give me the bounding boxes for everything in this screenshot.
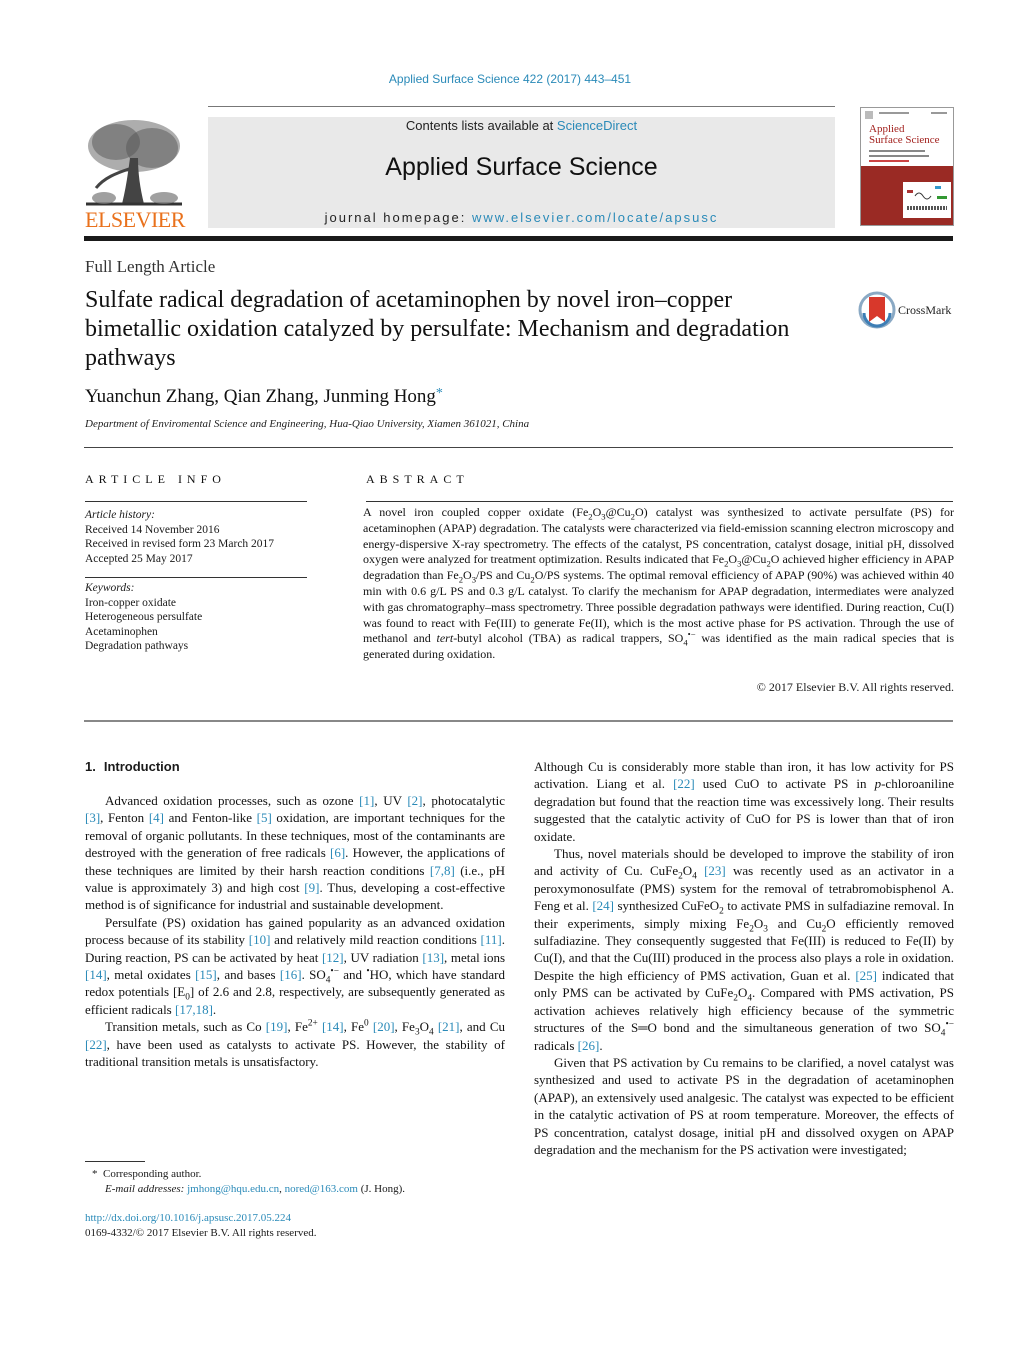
keyword-item: Iron-copper oxidate [85, 596, 177, 609]
crossmark-icon [858, 291, 896, 329]
citation-link[interactable]: [4] [149, 810, 164, 825]
citation-link[interactable]: [22] [673, 776, 695, 791]
cover-figure-icon [907, 186, 947, 210]
corresponding-author-label: Corresponding author. [103, 1168, 202, 1180]
history-revised: Received in revised form 23 March 2017 [85, 538, 275, 550]
citation-link[interactable]: [9] [304, 880, 319, 895]
header-rule [208, 106, 835, 107]
email-label: E-mail addresses: [105, 1182, 185, 1195]
citation-link[interactable]: [10] [249, 932, 271, 947]
cover-figure [903, 182, 951, 218]
keywords: Keywords: Iron-copper oxidate Heterogene… [85, 581, 315, 654]
citation-link[interactable]: [15] [195, 967, 217, 982]
citation-link[interactable]: [24] [592, 898, 614, 913]
affiliation: Department of Enviromental Science and E… [85, 418, 530, 430]
keyword-item: Acetaminophen [85, 625, 158, 638]
paragraph: Given that PS activation by Cu remains t… [534, 1054, 954, 1157]
cover-header-bar [879, 112, 909, 114]
citation-link[interactable]: [19] [266, 1019, 288, 1034]
keyword-item: Heterogeneous persulfate [85, 611, 203, 623]
article-info-rule [85, 501, 307, 502]
cover-logo-icon [865, 111, 873, 119]
paragraph: Advanced oxidation processes, such as oz… [85, 793, 506, 913]
journal-banner: Contents lists available at ScienceDirec… [208, 117, 835, 228]
citation-link[interactable]: [13] [422, 950, 444, 965]
keywords-rule [85, 577, 307, 578]
cover-subtitle-bar [869, 160, 909, 162]
citation-link[interactable]: [20] [373, 1019, 395, 1034]
citation-link[interactable]: [5] [257, 810, 272, 825]
citation-link[interactable]: [22] [85, 1037, 107, 1052]
citation-link[interactable]: [23] [704, 863, 726, 878]
citation-link[interactable]: [26] [578, 1038, 600, 1053]
history-received: Received 14 November 2016 [85, 523, 220, 536]
journal-homepage: journal homepage: www.elsevier.com/locat… [208, 210, 835, 225]
footnote-corresponding: * Corresponding author. E-mail addresses… [92, 1168, 406, 1195]
citation-link[interactable]: [2] [407, 793, 422, 808]
citation-link[interactable]: [1] [359, 793, 374, 808]
corresponding-author-marker[interactable]: * [436, 386, 443, 401]
author-list: Yuanchun Zhang, Qian Zhang, Junming Hong… [85, 386, 443, 408]
body-column-left: Advanced oxidation processes, such as oz… [85, 792, 505, 1071]
paragraph: Thus, novel materials should be develope… [534, 846, 955, 1053]
footnote-rule [85, 1161, 145, 1162]
abstract-text: A novel iron coupled copper oxidate (Fe2… [363, 505, 954, 662]
elsevier-logo[interactable]: ELSEVIER [84, 118, 186, 232]
paragraph: Although Cu is considerably more stable … [534, 759, 955, 844]
cover-header-bar [931, 112, 947, 114]
contents-line: Contents lists available at ScienceDirec… [208, 118, 835, 133]
abstract-bottom-rule [84, 720, 953, 722]
article-type: Full Length Article [85, 257, 216, 276]
body-column-right: Although Cu is considerably more stable … [534, 758, 954, 1158]
crossmark-label: CrossMark [898, 303, 952, 317]
citation-link[interactable]: [3] [85, 810, 100, 825]
article-history-label: Article history: [85, 509, 155, 521]
abstract-copyright: © 2017 Elsevier B.V. All rights reserved… [756, 680, 954, 694]
journal-reference-link[interactable]: Applied Surface Science 422 (2017) 443–4… [0, 72, 1020, 86]
cover-title: Applied Surface Science [869, 123, 940, 146]
journal-cover-thumbnail[interactable]: Applied Surface Science [860, 107, 954, 226]
email-link[interactable]: nored@163.com [285, 1183, 358, 1195]
paragraph: Persulfate (PS) oxidation has gained pop… [85, 914, 506, 1017]
citation-link[interactable]: [17,18] [175, 1002, 213, 1017]
article-title: Sulfate radical degradation of acetamino… [85, 287, 790, 371]
homepage-link[interactable]: www.elsevier.com/locate/apsusc [472, 210, 718, 225]
elsevier-wordmark: ELSEVIER [85, 207, 185, 232]
keyword-item: Degradation pathways [85, 640, 189, 652]
issn-copyright: 0169-4332/© 2017 Elsevier B.V. All right… [85, 1226, 317, 1239]
crossmark-button[interactable]: CrossMark [858, 291, 958, 331]
keywords-label: Keywords: [85, 582, 135, 594]
citation-link[interactable]: [14] [85, 967, 107, 982]
citation-link[interactable]: [7,8] [430, 863, 455, 878]
article-info-heading: ARTICLE INFO [85, 472, 226, 486]
sciencedirect-link[interactable]: ScienceDirect [557, 118, 637, 133]
citation-link[interactable]: [21] [438, 1019, 460, 1034]
citation-link[interactable]: [25] [855, 968, 877, 983]
email-link[interactable]: jmhong@hqu.edu.cn [187, 1183, 279, 1195]
abstract-rule [366, 501, 953, 502]
contents-prefix: Contents lists available at [405, 118, 557, 133]
citation-link[interactable]: [11] [481, 932, 502, 947]
journal-title: Applied Surface Science [385, 153, 658, 181]
paragraph: Transition metals, such as Co [19], Fe2+… [85, 1018, 505, 1070]
doi-block: http://dx.doi.org/10.1016/j.apsusc.2017.… [85, 1211, 317, 1240]
citation-link[interactable]: [12] [322, 950, 344, 965]
history-accepted: Accepted 25 May 2017 [85, 552, 193, 565]
cover-subtitle-bar [869, 155, 929, 157]
article-history: Article history: Received 14 November 20… [85, 508, 315, 566]
footnote-marker: * [92, 1168, 98, 1180]
authors: Yuanchun Zhang, Qian Zhang, Junming Hong [85, 386, 436, 407]
abstract-heading: ABSTRACT [366, 472, 469, 486]
doi-link[interactable]: http://dx.doi.org/10.1016/j.apsusc.2017.… [85, 1212, 291, 1224]
citation-link[interactable]: [6] [330, 845, 345, 860]
header-thick-rule [84, 236, 953, 241]
citation-link[interactable]: [14] [322, 1019, 344, 1034]
elsevier-tree-icon [86, 120, 182, 206]
title-bottom-rule [84, 447, 953, 448]
homepage-prefix: journal homepage: [324, 210, 472, 225]
citation-link[interactable]: [16] [280, 967, 302, 982]
section-heading-introduction: 1. Introduction [85, 759, 180, 774]
cover-subtitle-bar [869, 150, 925, 152]
